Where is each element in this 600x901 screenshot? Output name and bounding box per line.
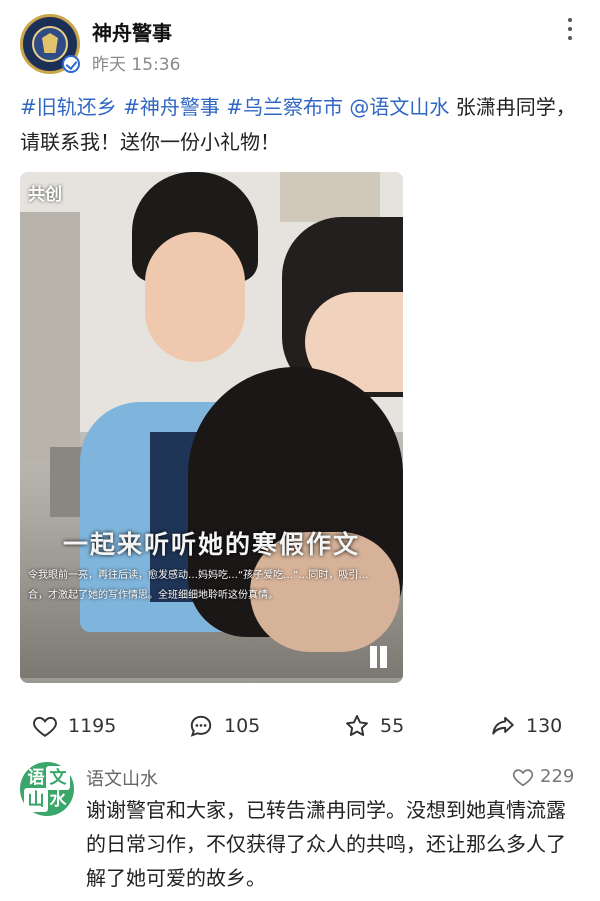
post-header: 神舟警事 昨天 15:36 (0, 0, 600, 84)
verified-icon (62, 55, 80, 73)
video-scene-books (280, 172, 380, 222)
video-caption-subtitle: 令我眼前一亮，再往后读，愈发感动…妈妈吃…“孩子爱吃…”…同时，吸引… 合，才激… (20, 566, 403, 606)
mention-link[interactable]: @语文山水 (349, 95, 449, 119)
subtitle-line: 合，才激起了她的写作情思。全班细细地聆听这份真情。 (28, 590, 278, 601)
heart-icon (33, 716, 57, 737)
like-count: 1195 (68, 715, 117, 737)
post-text: #旧轨还乡 #神舟警事 #乌兰察布市 @语文山水 张潇冉同学，请联系我！送你一份… (20, 90, 580, 160)
subtitle-line: 令我眼前一亮，再往后读，愈发感动…妈妈吃…“孩子爱吃…”…同时，吸引… (28, 570, 369, 581)
video-caption-title: 一起来听听她的寒假作文 (62, 530, 360, 559)
comment-like-count: 229 (540, 766, 575, 787)
comment-text: 谢谢警官和大家，已转告潇冉同学。没想到她真情流露的日常习作，不仅获得了众人的共鸣… (86, 798, 566, 890)
hashtag-link[interactable]: #神舟警事 (123, 95, 220, 119)
co-create-badge: 共创 (28, 185, 62, 205)
share-icon (492, 716, 514, 735)
comment-icon (190, 715, 212, 737)
video-player[interactable]: 共创 一起来听听她的寒假作文 令我眼前一亮，再往后读，愈发感动…妈妈吃…“孩子爱… (20, 172, 403, 683)
avatar-glyph: 水 (49, 790, 67, 810)
comment-count: 105 (224, 715, 261, 737)
avatar-glyph: 文 (46, 766, 70, 790)
favorite-count: 55 (380, 715, 405, 737)
heart-icon (512, 769, 534, 787)
star-icon (346, 715, 368, 736)
share-count: 130 (526, 715, 563, 737)
avatar-glyph: 语 (27, 768, 45, 788)
avatar-glyph: 山 (24, 788, 48, 812)
post-time: 昨天 15:36 (92, 55, 181, 75)
video-progress-bar[interactable] (20, 678, 403, 683)
video-scene-books (20, 212, 80, 462)
pause-icon[interactable] (367, 646, 389, 672)
commenter-avatar[interactable]: 语 文 山 水 (20, 762, 74, 816)
hashtag-link[interactable]: #旧轨还乡 (20, 95, 117, 119)
action-bar: 1195 105 55 130 (0, 706, 600, 746)
comment-author[interactable]: 语文山水 (86, 765, 158, 791)
more-options-icon[interactable] (564, 18, 576, 44)
account-name[interactable]: 神舟警事 (92, 17, 172, 46)
video-scene-person (145, 232, 245, 362)
hashtag-link[interactable]: #乌兰察布市 (226, 95, 343, 119)
